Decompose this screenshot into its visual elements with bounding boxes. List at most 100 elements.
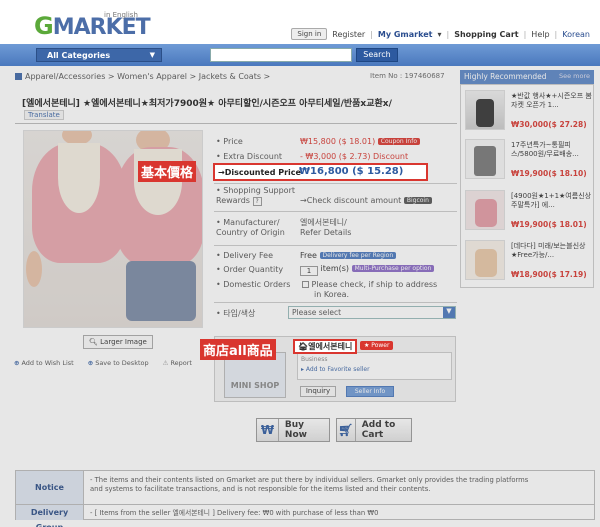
extra-discount-value: - ₩3,000 ($ 2.73) Discount [300, 152, 409, 161]
option-label: • 타입/색상 [216, 309, 256, 318]
category-select[interactable]: All Categories ▼ [36, 48, 162, 62]
delivery-region-button[interactable]: Delivery fee per Region [319, 252, 397, 259]
coupon-info-button[interactable]: Coupon Info [377, 138, 420, 145]
seller-name-link[interactable]: 🏠︎엘에서본테니 [293, 339, 358, 354]
checkbox[interactable] [302, 281, 309, 288]
quantity-stepper[interactable]: 1 [300, 266, 318, 276]
divider [214, 245, 457, 246]
help-link[interactable]: Help [531, 30, 549, 39]
won-icon: ₩ [257, 419, 279, 441]
save-desktop-link[interactable]: ⊕ Save to Desktop [88, 359, 149, 367]
item-name[interactable]: 17주년특가~통필피스/5800원/무료배송... [511, 141, 593, 159]
breadcrumb[interactable]: Apparel/Accessories > Women's Apparel > … [15, 72, 270, 81]
photo-actions: ⊕ Add to Wish List ⊕ Save to Desktop ⚠ Repo… [14, 359, 192, 367]
delivery-group-label: Delivery Group [16, 505, 84, 527]
item-price: ₩19,900($ 18.10) [511, 169, 587, 178]
wish-list-link[interactable]: ⊕ Add to Wish List [14, 359, 74, 367]
register-link[interactable]: Register [332, 30, 365, 39]
sign-in-button[interactable]: Sign in [291, 28, 328, 40]
order-quantity-label: • Order Quantity [216, 265, 284, 274]
breadcrumb-text: Apparel/Accessories > Women's Apparel > … [25, 72, 271, 81]
divider: | [554, 29, 558, 39]
recommended-item[interactable]: ★반값 행사★+시즌오프 봄 자켓 오픈가 1... ₩30,000($ 27.… [465, 90, 593, 132]
cart-icon: 🛒︎ [337, 419, 356, 441]
model-arm [26, 251, 42, 287]
shop-all-annotation: 商店all商品 [200, 339, 276, 360]
divider [214, 211, 457, 212]
divider [84, 504, 595, 505]
logo-subtitle: in English [104, 11, 138, 19]
shopping-cart-link[interactable]: Shopping Cart [454, 30, 518, 39]
report-link[interactable]: ⚠ Report [163, 359, 192, 367]
search-button[interactable]: Search [356, 48, 398, 62]
item-price: ₩30,000($ 27.28) [511, 120, 587, 129]
bigcoin-tag: Bigcoin [403, 197, 432, 204]
inquiry-button[interactable]: Inquiry [300, 386, 336, 397]
report-icon: ⚠ [162, 359, 169, 367]
seller-info-button[interactable]: Seller Info [346, 386, 394, 397]
zoom-icon: 🔍︎ [89, 338, 101, 346]
add-to-cart-button[interactable]: 🛒︎ Add to Cart [336, 418, 412, 442]
power-seller-badge: ★ Power [360, 341, 394, 350]
notice-text: - The items and their contents listed on… [90, 476, 529, 493]
manufacturer-value: 엘에서본테니/Refer Details [300, 218, 352, 237]
search-bar: All Categories ▼ Search [0, 44, 600, 66]
price-label: • Price [216, 137, 243, 146]
report-label: Report [170, 359, 192, 367]
item-name[interactable]: [데다다] 미래/보는블신상★Free가능/... [511, 242, 593, 260]
translate-button[interactable]: Translate [24, 110, 64, 120]
discounted-price-value: ₩16,800 ($ 15.28) [299, 166, 404, 177]
search-input[interactable] [210, 48, 352, 62]
add-favorite-link[interactable]: ▸ Add to Favorite seller [301, 366, 448, 373]
model-jeans [126, 261, 196, 321]
product-image[interactable] [23, 130, 203, 328]
notice-label: Notice [16, 471, 84, 505]
lace-yoke-right [134, 149, 182, 215]
wish-list-label: Add to Wish List [21, 359, 74, 367]
delivery-fee-value: Free Delivery fee per Region [300, 251, 397, 260]
recommended-list: ★반값 행사★+시즌오프 봄 자켓 오픈가 1... ₩30,000($ 27.… [460, 84, 594, 288]
my-gmarket-link[interactable]: My Gmarket [378, 30, 433, 39]
see-more-link[interactable]: See more [559, 72, 590, 80]
manufacturer-label: • Manufacturer/ Country of Origin [216, 218, 285, 237]
recommended-item[interactable]: [4900원★1+1★여름신상 주말특가] 에... ₩19,900($ 18.… [465, 190, 593, 232]
item-thumbnail[interactable] [465, 240, 505, 280]
buy-now-button[interactable]: ₩ Buy Now [256, 418, 330, 442]
item-thumbnail[interactable] [465, 139, 505, 179]
item-number: Item No : 197460687 [370, 72, 445, 80]
shop-icon: 🏠︎ [298, 342, 309, 351]
lace-yoke [58, 143, 100, 213]
add-to-cart-label: Add to Cart [361, 420, 396, 440]
notice-table: Notice - The items and their contents li… [15, 470, 595, 527]
home-icon [15, 73, 22, 80]
option-select[interactable]: Please select ▼ [288, 306, 456, 319]
divider: | [370, 29, 373, 39]
item-name[interactable]: ★반값 행사★+시즌오프 봄 자켓 오픈가 1... [511, 92, 593, 110]
item-name[interactable]: [4900원★1+1★여름신상 주말특가] 에... [511, 192, 593, 210]
recommended-item[interactable]: [데다다] 미래/보는블신상★Free가능/... ₩18,900($ 17.1… [465, 240, 593, 282]
korean-link[interactable]: Korean [562, 30, 590, 39]
recommended-header: Highly Recommended See more [460, 70, 594, 84]
recommended-item[interactable]: 17주년특가~통필피스/5800원/무료배송... ₩19,900($ 18.1… [465, 139, 593, 181]
divider: | [523, 29, 527, 39]
header: GMARKET in English Sign in Register | My… [0, 0, 600, 44]
item-thumbnail[interactable] [465, 90, 505, 130]
delivery-fee-label: • Delivery Fee [216, 251, 274, 260]
plus-icon: ⊕ [87, 359, 94, 367]
check-discount-link[interactable]: →Check discount amount Bigcoin [300, 196, 432, 205]
larger-image-button[interactable]: 🔍︎ Larger Image [83, 335, 153, 349]
discounted-price-label: →Discounted Price [218, 168, 301, 177]
top-links: Sign in Register | My Gmarket ▾ | Shoppi… [291, 28, 590, 40]
chevron-down-icon: ▼ [149, 51, 155, 59]
order-quantity-value: 1 item(s) Multi-Purchase per option [300, 264, 435, 276]
item-price: ₩19,900($ 18.01) [511, 220, 587, 229]
shopping-support-label: • Shopping Support Rewards ? [216, 186, 296, 206]
larger-image-label: Larger Image [100, 338, 147, 346]
plus-icon: ⊕ [14, 359, 20, 367]
item-price: ₩18,900($ 17.19) [511, 270, 587, 279]
chevron-down-icon: ▾ [437, 29, 442, 39]
item-thumbnail[interactable] [465, 190, 505, 230]
extra-discount-label: • Extra Discount [216, 152, 283, 161]
page-title: [엘에서본테니] ★엘에서본테니★최저가7900원★ 아무티할인/시즌오프 아무… [22, 99, 392, 109]
divider [214, 302, 457, 303]
